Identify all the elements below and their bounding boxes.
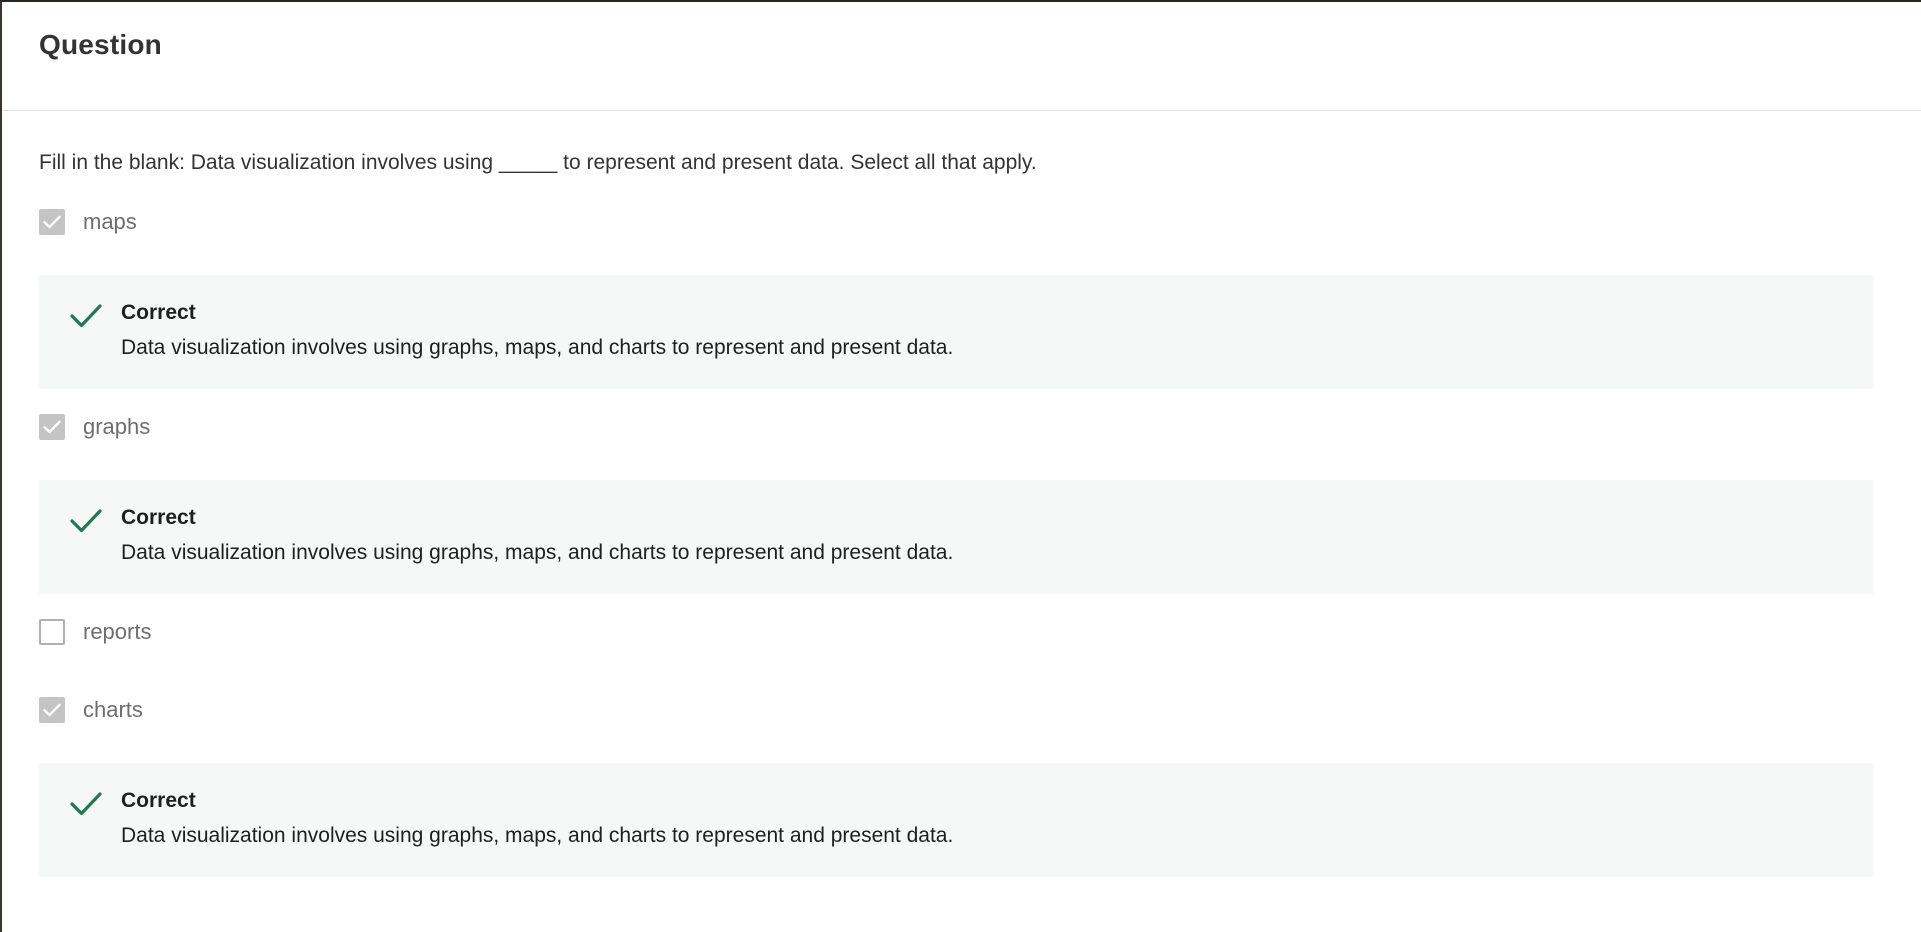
checkbox-charts[interactable]: [39, 697, 65, 723]
checkbox-graphs[interactable]: [39, 414, 65, 440]
feedback-text: Data visualization involves using graphs…: [121, 336, 954, 359]
option-maps[interactable]: maps: [39, 207, 1873, 237]
correct-check-icon: [70, 792, 102, 816]
checkbox-reports[interactable]: [39, 619, 65, 645]
checkbox-maps[interactable]: [39, 209, 65, 235]
option-label: reports: [83, 619, 152, 644]
correct-check-icon: [70, 509, 102, 533]
option-label: charts: [83, 697, 143, 722]
option-graphs[interactable]: graphs: [39, 412, 1873, 442]
option-reports[interactable]: reports: [39, 617, 1873, 647]
page-title: Question: [39, 29, 162, 60]
question-panel: Question Fill in the blank: Data visuali…: [0, 0, 1921, 932]
option-charts[interactable]: charts: [39, 695, 1873, 725]
checkmark-icon: [43, 215, 61, 229]
feedback-correct-charts: Correct Data visualization involves usin…: [39, 763, 1873, 877]
feedback-title: Correct: [121, 506, 196, 529]
checkmark-icon: [43, 420, 61, 434]
option-label: maps: [83, 209, 137, 234]
correct-check-icon: [70, 304, 102, 328]
question-header: Question: [2, 2, 1921, 111]
checkmark-icon: [43, 703, 61, 717]
feedback-title: Correct: [121, 789, 196, 812]
feedback-title: Correct: [121, 301, 196, 324]
feedback-text: Data visualization involves using graphs…: [121, 824, 954, 847]
feedback-correct-graphs: Correct Data visualization involves usin…: [39, 480, 1873, 594]
option-label: graphs: [83, 414, 151, 439]
feedback-text: Data visualization involves using graphs…: [121, 541, 954, 564]
question-prompt: Fill in the blank: Data visualization in…: [39, 151, 1037, 174]
feedback-correct-maps: Correct Data visualization involves usin…: [39, 275, 1873, 389]
question-body: Fill in the blank: Data visualization in…: [2, 149, 1921, 877]
